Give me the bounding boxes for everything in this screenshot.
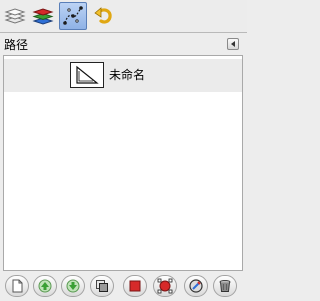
delete-path-icon bbox=[218, 279, 232, 293]
new-path-button[interactable] bbox=[5, 275, 29, 297]
lower-path-icon bbox=[66, 279, 80, 293]
paths-icon bbox=[61, 4, 85, 28]
raise-path-icon bbox=[38, 279, 52, 293]
panel-title: 路径 bbox=[4, 38, 29, 52]
tab-channels[interactable] bbox=[29, 2, 57, 30]
paths-toolbar bbox=[0, 272, 247, 301]
selection-to-path-button[interactable] bbox=[153, 275, 177, 297]
duplicate-path-icon bbox=[95, 279, 109, 293]
path-thumbnail-icon bbox=[70, 62, 104, 88]
channels-icon bbox=[31, 4, 55, 28]
stroke-path-icon bbox=[188, 278, 204, 294]
path-to-selection-icon bbox=[128, 279, 142, 293]
tab-bar-divider bbox=[0, 32, 247, 33]
path-name: 未命名 bbox=[109, 68, 146, 82]
path-to-selection-button[interactable] bbox=[123, 275, 147, 297]
dock-tab-bar bbox=[0, 0, 247, 33]
tab-layers[interactable] bbox=[1, 2, 29, 30]
undo-history-icon bbox=[92, 4, 116, 28]
stroke-path-button[interactable] bbox=[184, 275, 208, 297]
selection-to-path-icon bbox=[157, 278, 173, 294]
new-path-icon bbox=[10, 279, 24, 293]
duplicate-path-button[interactable] bbox=[90, 275, 114, 297]
raise-path-button[interactable] bbox=[33, 275, 57, 297]
lower-path-button[interactable] bbox=[61, 275, 85, 297]
tab-paths[interactable] bbox=[59, 2, 87, 30]
paths-list[interactable]: 未命名 bbox=[3, 55, 243, 271]
panel-menu-arrow-icon[interactable] bbox=[227, 38, 239, 50]
list-item[interactable]: 未命名 bbox=[4, 59, 242, 92]
layers-icon bbox=[3, 4, 27, 28]
delete-path-button[interactable] bbox=[213, 275, 237, 297]
tab-undo-history[interactable] bbox=[90, 2, 118, 30]
